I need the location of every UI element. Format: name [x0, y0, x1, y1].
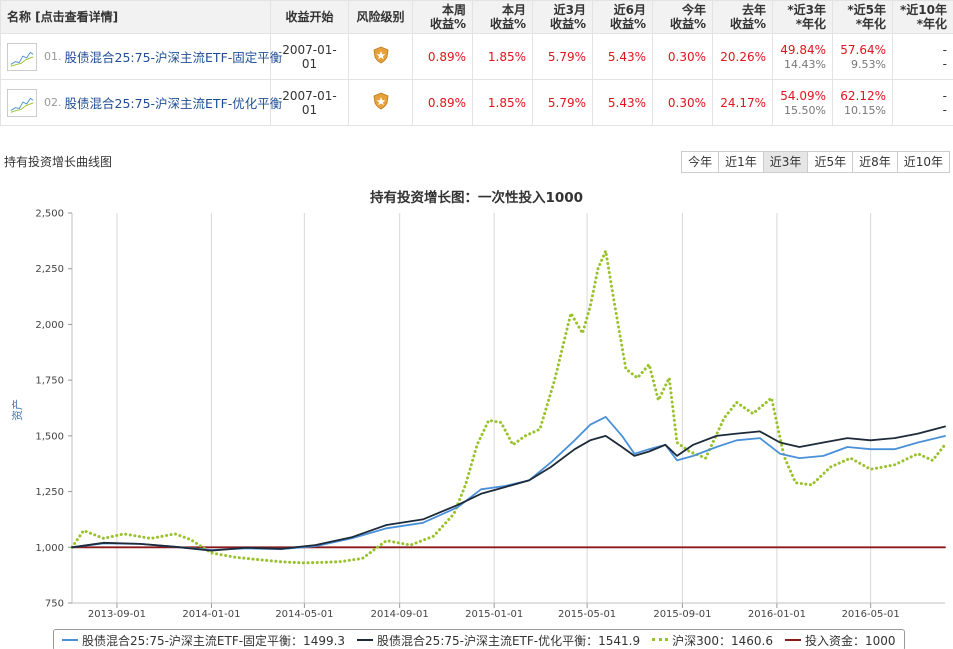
y-tick-label: 1,250 — [35, 487, 64, 498]
legend-swatch-fixed — [62, 636, 78, 644]
y-tick-label: 1,750 — [35, 376, 64, 387]
legend-label-fixed: 股债混合25:75-沪深主流ETF-固定平衡：1499.3 — [82, 633, 346, 648]
y-tick-label: 1,000 — [35, 543, 64, 554]
legend-label-csi300: 沪深300：1460.6 — [672, 633, 773, 648]
x-tick-label: 2014-05-01 — [275, 609, 333, 620]
x-tick-label: 2016-05-01 — [842, 609, 900, 620]
y-tick-label: 1,500 — [35, 431, 64, 442]
y-tick-label: 2,000 — [35, 320, 64, 331]
x-tick-label: 2014-09-01 — [371, 609, 429, 620]
legend-swatch-invest — [785, 636, 801, 644]
legend-item-fixed[interactable]: 股债混合25:75-沪深主流ETF-固定平衡：1499.3 — [62, 632, 345, 649]
y-tick-label: 750 — [45, 599, 64, 610]
growth-chart: 2013-09-01 2014-01-01 2014-05-01 2014-09-01… — [10, 209, 947, 620]
x-tick-label: 2013-09-01 — [88, 609, 146, 620]
y-axis-label: 资产 — [10, 399, 24, 421]
x-tick-label: 2014-01-01 — [182, 609, 240, 620]
legend-label-optimized: 股债混合25:75-沪深主流ETF-优化平衡：1541.9 — [377, 633, 641, 648]
x-tick-label: 2015-09-01 — [653, 609, 711, 620]
x-tick-label: 2016-01-01 — [748, 609, 806, 620]
chart-title: 持有投资增长图：一次性投入1000 — [369, 190, 584, 206]
x-tick-label: 2015-01-01 — [465, 609, 523, 620]
series-line-csi300 — [70, 249, 947, 565]
legend-item-csi300[interactable]: 沪深300：1460.6 — [652, 632, 773, 649]
legend-item-invest[interactable]: 投入资金：1000 — [785, 632, 896, 649]
legend-item-optimized[interactable]: 股债混合25:75-沪深主流ETF-优化平衡：1541.9 — [357, 632, 640, 649]
series-line-optimized — [71, 425, 946, 552]
x-tick-label: 2015-05-01 — [558, 609, 616, 620]
chart-legend: 股债混合25:75-沪深主流ETF-固定平衡：1499.3 股债混合25:75-… — [53, 629, 905, 649]
y-tick-label: 2,250 — [35, 264, 64, 275]
legend-swatch-optimized — [357, 636, 374, 644]
legend-swatch-csi300 — [652, 636, 669, 644]
legend-label-invest: 投入资金：1000 — [805, 633, 896, 648]
y-tick-label: 2,500 — [35, 209, 64, 220]
